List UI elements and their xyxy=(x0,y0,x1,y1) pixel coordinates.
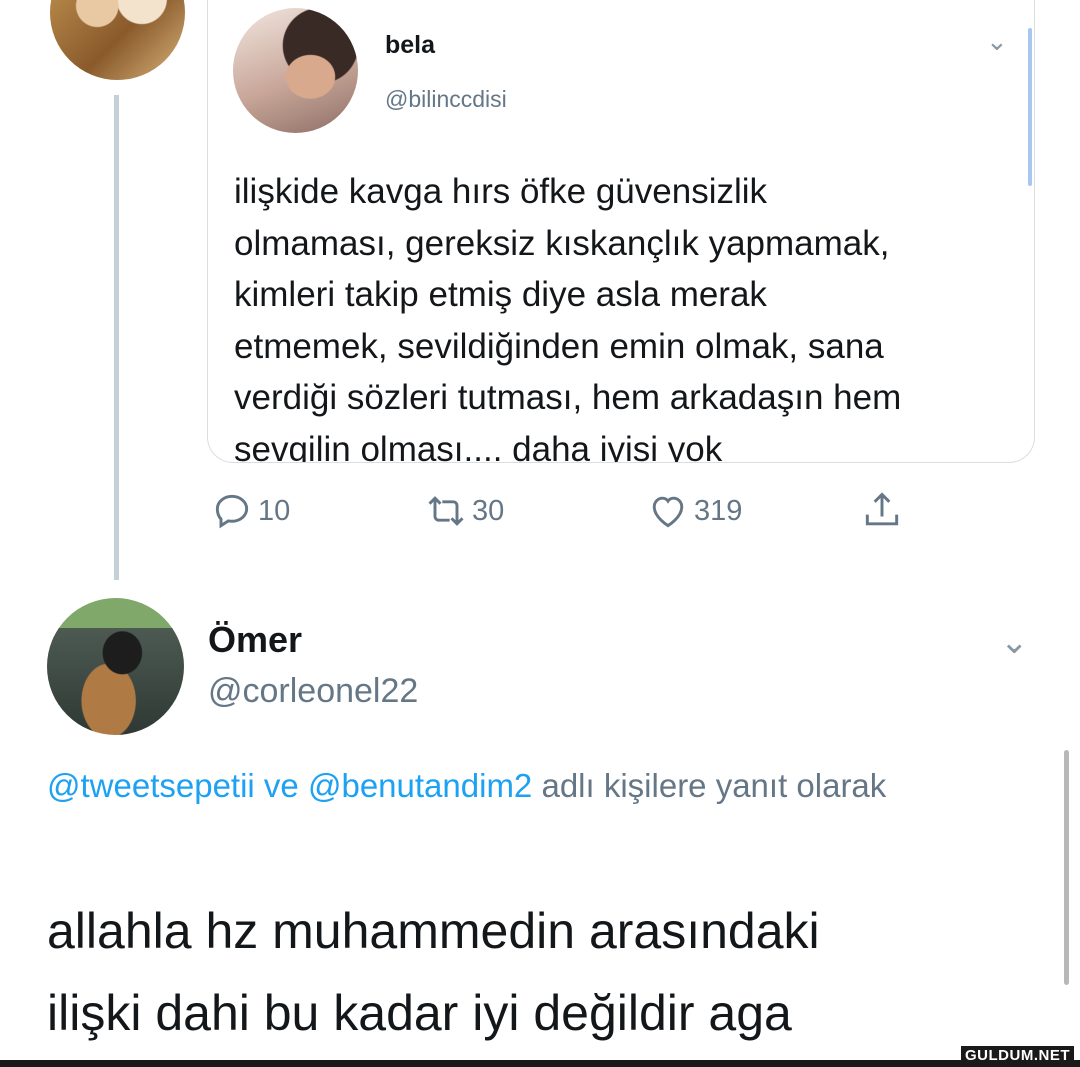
reply-to-suffix: adlı kişilere yanıt olarak xyxy=(532,767,887,804)
reply-author-handle[interactable]: @corleonel22 xyxy=(208,672,418,711)
retweet-count: 30 xyxy=(472,494,505,527)
reply-author-avatar[interactable] xyxy=(47,598,184,735)
reply-author-name[interactable]: Ömer xyxy=(208,619,302,661)
like-count: 319 xyxy=(694,494,743,527)
chevron-down-icon[interactable]: ⌄ xyxy=(986,26,1008,57)
tweet-action-bar: 10 30 319 xyxy=(0,486,1080,536)
mention-link[interactable]: @tweetsepetii xyxy=(47,767,255,804)
quoted-tweet-card[interactable]: bela @bilinccdisi ⌄ ilişkide kavga hırs … xyxy=(207,0,1035,463)
share-button[interactable] xyxy=(860,486,908,536)
quoted-author-name[interactable]: bela xyxy=(385,31,435,60)
page-scrollbar[interactable] xyxy=(1064,750,1069,985)
reply-count: 10 xyxy=(258,494,291,527)
reply-tweet-text: allahla hz muhammedin arasındaki ilişki … xyxy=(47,903,820,1041)
bottom-bar xyxy=(0,1060,1080,1067)
like-icon xyxy=(652,496,684,528)
quoted-tweet-text: ilişkide kavga hırs öfke güvensizlik olm… xyxy=(234,172,902,463)
like-button[interactable]: 319 xyxy=(646,486,742,536)
quoted-author-handle[interactable]: @bilinccdisi xyxy=(385,86,507,113)
watermark: GULDUM.NET xyxy=(961,1046,1074,1065)
mention-link[interactable]: @benutandim2 xyxy=(308,767,532,804)
reply-icon xyxy=(215,494,249,529)
parent-author-avatar[interactable] xyxy=(50,0,185,80)
reply-context: @tweetsepetii ve @benutandim2 adlı kişil… xyxy=(47,760,1007,812)
chevron-down-icon[interactable]: ⌄ xyxy=(1000,622,1029,662)
retweet-icon xyxy=(428,496,464,526)
retweet-button[interactable]: 30 xyxy=(424,486,504,536)
reply-button[interactable]: 10 xyxy=(210,486,290,536)
quoted-card-scrollbar[interactable] xyxy=(1028,28,1032,186)
quoted-author-avatar[interactable] xyxy=(233,8,358,133)
share-icon xyxy=(865,492,899,526)
reply-to-connector: ve xyxy=(254,767,308,804)
